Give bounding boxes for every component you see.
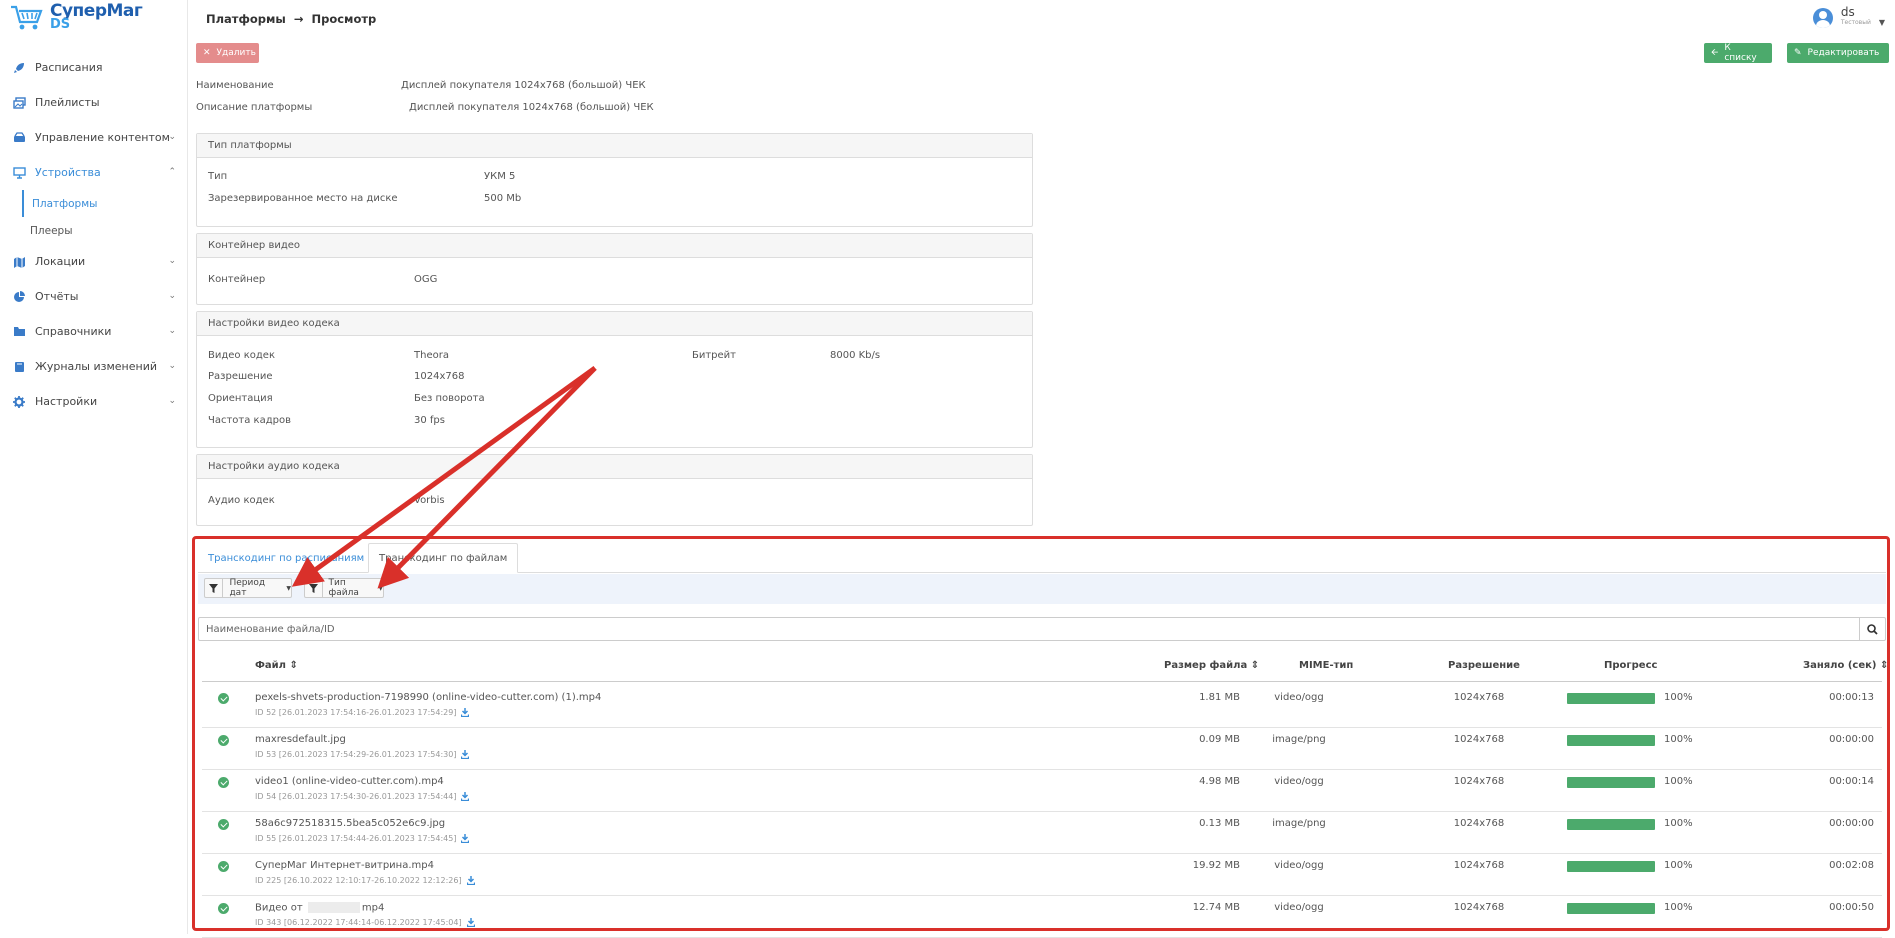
audio-codec-card: Настройки аудио кодека Аудио кодек Vorbi… [196,454,1033,526]
sidebar-subitem-platforms[interactable]: Платформы [22,190,188,217]
disk-label: Зарезервированное место на диске [208,193,398,204]
breadcrumb: Платформы → Просмотр [206,12,376,26]
platform-type-card: Тип платформы Тип УКМ 5 Зарезервированно… [196,133,1033,227]
orientation-value: Без поворота [414,393,485,404]
breadcrumb-platforms[interactable]: Платформы [206,12,286,26]
type-label: Тип [208,171,228,182]
edit-icon: ✎ [1794,48,1802,58]
sidebar-item-label: Журналы изменений [35,360,157,373]
sidebar-item-label: Устройства [35,166,101,179]
name-label: Наименование [196,80,274,91]
sidebar-item-playlists[interactable]: Плейлисты [0,85,188,120]
description-value: Дисплей покупателя 1024x768 (большой) ЧЕ… [409,102,654,113]
fps-value: 30 fps [414,415,445,426]
logo-title: СуперМаг [50,1,143,21]
type-value: УКМ 5 [484,171,516,182]
sidebar-nav: Расписания Плейлисты Управление контенто… [0,50,188,419]
rocket-icon [12,61,26,75]
description-label: Описание платформы [196,102,313,113]
close-icon: ✕ [203,48,211,58]
desktop-icon [12,166,26,180]
container-value: OGG [414,274,438,285]
sidebar-item-reports[interactable]: Отчёты ⌄ [0,279,188,314]
sidebar: СуперМаг DS Расписания Плейлисты Управле… [0,0,188,934]
devices-subnav: Платформы Плееры [0,190,188,244]
resolution-value: 1024x768 [414,371,465,382]
sidebar-item-references[interactable]: Справочники ⌄ [0,314,188,349]
name-value: Дисплей покупателя 1024x768 (большой) ЧЕ… [401,80,646,91]
chevron-up-icon: ⌃ [168,167,176,177]
delete-button[interactable]: ✕ Удалить [196,43,259,63]
topbar: Платформы → Просмотр ds Тестовый ▼ [188,0,1895,38]
sidebar-item-content[interactable]: Управление контентом ⌄ [0,120,188,155]
chevron-down-icon: ⌄ [168,132,176,142]
chevron-down-icon: ⌄ [168,291,176,301]
chevron-down-icon: ⌄ [168,256,176,266]
card-title: Настройки аудио кодека [197,455,1032,479]
book-icon [12,360,26,374]
sidebar-item-settings[interactable]: Настройки ⌄ [0,384,188,419]
video-codec-value: Theora [414,350,449,361]
card-title: Контейнер видео [197,234,1032,258]
user-name: ds [1840,5,1855,19]
card-title: Настройки видео кодека [197,312,1032,336]
orientation-label: Ориентация [208,393,273,404]
edit-button-label: Редактировать [1807,48,1880,58]
disk-value: 500 Mb [484,193,522,204]
video-codec-card: Настройки видео кодека Видео кодек Theor… [196,311,1033,448]
audio-codec-value: Vorbis [414,495,445,506]
sidebar-item-label: Расписания [35,61,103,74]
gear-icon [12,395,26,409]
avatar [1812,8,1833,28]
sidebar-item-label: Локации [35,255,86,268]
video-codec-label: Видео кодек [208,350,275,361]
sidebar-item-label: Настройки [35,395,98,408]
map-icon [12,255,26,269]
chevron-down-icon: ⌄ [168,361,176,371]
folder-icon [12,325,26,339]
audio-codec-label: Аудио кодек [208,495,275,506]
images-icon [12,96,26,110]
highlight-box [192,536,1890,931]
chevron-down-icon: ⌄ [168,396,176,406]
chevron-down-icon: ⌄ [168,326,176,336]
sidebar-item-locations[interactable]: Локации ⌄ [0,244,188,279]
user-menu[interactable]: ds Тестовый ▼ [1812,5,1885,28]
bitrate-value: 8000 Kb/s [830,350,881,361]
pie-chart-icon [12,290,26,304]
sidebar-item-label: Отчёты [35,290,79,303]
sidebar-item-schedules[interactable]: Расписания [0,50,188,85]
sidebar-item-label: Справочники [35,325,112,338]
hdd-icon [12,131,26,145]
video-container-card: Контейнер видео Контейнер OGG [196,233,1033,305]
sidebar-subitem-players[interactable]: Плееры [22,217,188,244]
logo[interactable]: СуперМаг DS [10,1,143,32]
resolution-label: Разрешение [208,371,273,382]
fps-label: Частота кадров [208,415,291,426]
sidebar-item-changelog[interactable]: Журналы изменений ⌄ [0,349,188,384]
sidebar-item-devices[interactable]: Устройства ⌃ [0,155,188,190]
breadcrumb-current: Просмотр [311,12,377,26]
sidebar-item-label: Управление контентом [35,131,170,144]
user-role: Тестовый [1840,19,1871,26]
edit-button[interactable]: ✎ Редактировать [1787,43,1889,63]
arrow-left-icon: 🡨 [1711,48,1719,58]
arrow-right-icon: → [293,12,304,26]
back-button-label: К списку [1724,43,1757,63]
card-title: Тип платформы [197,134,1032,158]
bitrate-label: Битрейт [692,350,737,361]
cart-icon [11,5,43,30]
toolbar: ✕ Удалить 🡨 К списку ✎ Редактировать [196,43,1889,63]
container-label: Контейнер [208,274,266,285]
sidebar-item-label: Плейлисты [35,96,100,109]
caret-down-icon: ▼ [1878,18,1885,27]
back-to-list-button[interactable]: 🡨 К списку [1704,43,1772,63]
delete-button-label: Удалить [216,48,256,58]
